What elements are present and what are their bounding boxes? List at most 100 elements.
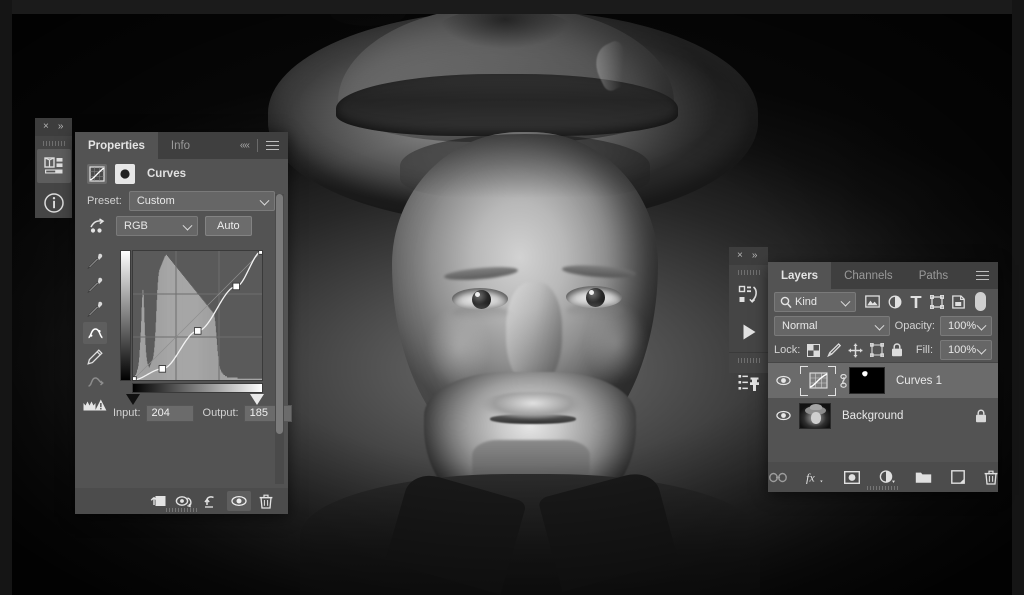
tab-paths[interactable]: Paths xyxy=(906,262,961,289)
filter-smart-object-layers-icon[interactable] xyxy=(952,294,965,309)
layers-tabbar[interactable]: Layers Channels Paths xyxy=(768,262,998,289)
layer-visibility-toggle[interactable] xyxy=(768,375,799,386)
actions-play-icon[interactable] xyxy=(732,315,766,349)
layers-resize-grip[interactable] xyxy=(867,486,899,490)
blend-mode-row[interactable]: Normal Opacity: 100% xyxy=(768,314,998,338)
filter-toggle-switch[interactable] xyxy=(975,292,986,311)
tab-paths-label: Paths xyxy=(918,269,949,282)
rail-drag-grip-2[interactable] xyxy=(737,358,760,363)
clone-source-icon[interactable] xyxy=(732,366,766,400)
delete-layer-button[interactable] xyxy=(984,470,998,485)
properties-panel[interactable]: Properties Info «« Curves Preset: Custom… xyxy=(75,132,292,514)
expand-panels-icon[interactable]: » xyxy=(752,251,758,261)
background-layer-thumbnail[interactable] xyxy=(799,402,831,429)
layer-filter-row[interactable]: Kind xyxy=(768,289,998,314)
adjustment-thumbnail[interactable] xyxy=(799,365,837,396)
curve-point-tool[interactable] xyxy=(83,322,107,344)
history-icon[interactable] xyxy=(732,278,766,312)
layers-footer[interactable]: fx xyxy=(768,462,998,492)
curves-editor[interactable] xyxy=(81,250,286,411)
sample-gray-point-eyedropper[interactable] xyxy=(83,274,107,296)
layer-name[interactable]: Background xyxy=(842,410,903,422)
layer-type-filters[interactable] xyxy=(865,292,986,311)
mask-link-icon[interactable] xyxy=(837,373,849,388)
properties-scrollbar-thumb[interactable] xyxy=(276,194,283,434)
properties-scrollbar-track[interactable] xyxy=(275,194,284,484)
blend-mode-value: Normal xyxy=(782,320,818,332)
properties-tabbar[interactable]: Properties Info «« xyxy=(75,132,288,159)
output-field[interactable]: 185 xyxy=(243,404,292,422)
properties-resize-grip[interactable] xyxy=(165,508,198,512)
layer-mask-icon[interactable] xyxy=(115,164,135,184)
filter-adjustment-layers-icon[interactable] xyxy=(888,295,902,309)
properties-icon-rail[interactable]: × » xyxy=(35,118,72,218)
panel-menu-icon[interactable] xyxy=(976,270,989,281)
preset-select[interactable]: Custom xyxy=(128,191,275,211)
layer-locked-icon[interactable] xyxy=(975,409,987,423)
layer-visibility-toggle[interactable] xyxy=(768,410,799,421)
add-layer-mask-button[interactable] xyxy=(843,470,860,484)
auto-button[interactable]: Auto xyxy=(205,216,252,236)
lock-transparent-pixels-icon[interactable] xyxy=(807,343,821,357)
preset-row[interactable]: Preset: Custom xyxy=(75,189,288,213)
collapse-panel-icon[interactable]: «« xyxy=(240,140,250,151)
tab-channels[interactable]: Channels xyxy=(831,262,906,289)
curves-icon[interactable] xyxy=(87,164,107,184)
table-row[interactable]: Curves 1 xyxy=(768,363,998,398)
curve-graph[interactable] xyxy=(132,250,263,381)
expand-panels-icon[interactable]: » xyxy=(58,122,64,132)
tab-layers[interactable]: Layers xyxy=(768,262,832,289)
table-row[interactable]: Background xyxy=(768,398,998,433)
tab-properties[interactable]: Properties xyxy=(75,132,158,159)
layers-rail-header: × » xyxy=(729,247,768,265)
info-icon[interactable] xyxy=(37,186,71,220)
lock-all-icon[interactable] xyxy=(891,343,903,357)
opacity-field[interactable]: 100% xyxy=(940,316,992,336)
curves-tool-column[interactable] xyxy=(81,250,109,416)
sample-black-point-eyedropper[interactable] xyxy=(83,250,107,272)
rail-drag-grip[interactable] xyxy=(737,270,760,275)
lock-image-pixels-icon[interactable] xyxy=(827,343,842,357)
rail-drag-grip[interactable] xyxy=(42,141,65,146)
properties-footer[interactable] xyxy=(75,488,288,514)
close-icon[interactable]: × xyxy=(737,251,743,261)
toggle-layer-visibility-button[interactable] xyxy=(227,491,251,511)
lock-row[interactable]: Lock: Fill: 100% xyxy=(768,338,998,362)
input-value: 204 xyxy=(151,407,170,419)
input-output-row[interactable]: Input: 204 Output: 185 xyxy=(101,404,304,422)
tab-info[interactable]: Info xyxy=(158,132,203,159)
channel-row[interactable]: RGB Auto xyxy=(75,213,288,239)
reset-adjustment-button[interactable] xyxy=(200,491,224,511)
input-field[interactable]: 204 xyxy=(145,404,194,422)
blend-mode-select[interactable]: Normal xyxy=(774,316,890,336)
lock-position-icon[interactable] xyxy=(848,343,863,358)
filter-shape-layers-icon[interactable] xyxy=(930,294,944,309)
channel-select[interactable]: RGB xyxy=(116,216,198,236)
on-image-adjust-icon[interactable] xyxy=(87,218,109,234)
fill-field[interactable]: 100% xyxy=(940,340,992,360)
sample-white-point-eyedropper[interactable] xyxy=(83,298,107,320)
new-adjustment-layer-button[interactable] xyxy=(879,470,896,484)
filter-type-layers-icon[interactable] xyxy=(910,295,922,309)
layers-panel[interactable]: Layers Channels Paths Kind Normal Opacit… xyxy=(768,262,998,492)
add-layer-style-button[interactable]: fx xyxy=(806,470,825,484)
pencil-draw-curve-tool[interactable] xyxy=(83,346,107,368)
properties-icon[interactable] xyxy=(36,149,71,183)
lock-artboard-nesting-icon[interactable] xyxy=(870,343,885,357)
close-icon[interactable]: × xyxy=(43,122,49,132)
new-layer-button[interactable] xyxy=(950,470,965,484)
filter-pixel-layers-icon[interactable] xyxy=(865,295,880,308)
tab-properties-label: Properties xyxy=(88,139,145,152)
new-group-button[interactable] xyxy=(915,471,932,484)
panel-menu-icon[interactable] xyxy=(266,140,279,151)
layer-name[interactable]: Curves 1 xyxy=(896,375,942,387)
layer-mask-thumbnail[interactable] xyxy=(849,367,885,394)
tabbar-divider xyxy=(257,139,258,152)
filter-kind-select[interactable]: Kind xyxy=(774,291,856,312)
delete-adjustment-layer-button[interactable] xyxy=(254,491,278,511)
thumbnail-selection-marks xyxy=(800,365,836,396)
curve-graph-svg[interactable] xyxy=(133,251,262,380)
link-layers-button[interactable] xyxy=(768,472,787,483)
smooth-curve-tool[interactable] xyxy=(83,370,107,392)
layers-icon-rail[interactable]: × » xyxy=(729,247,768,391)
